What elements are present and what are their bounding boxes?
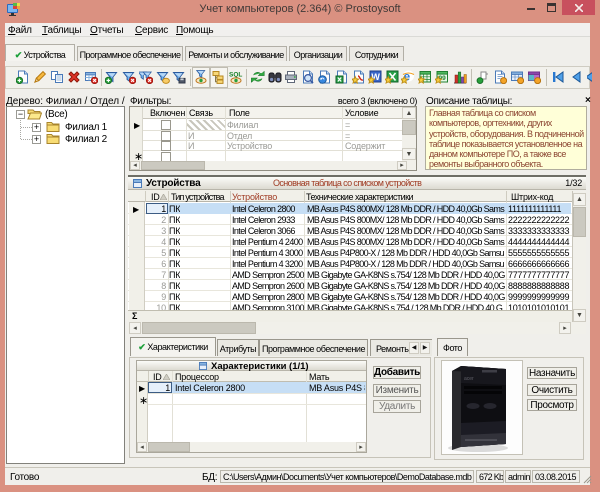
svg-text:acer: acer: [464, 376, 474, 382]
